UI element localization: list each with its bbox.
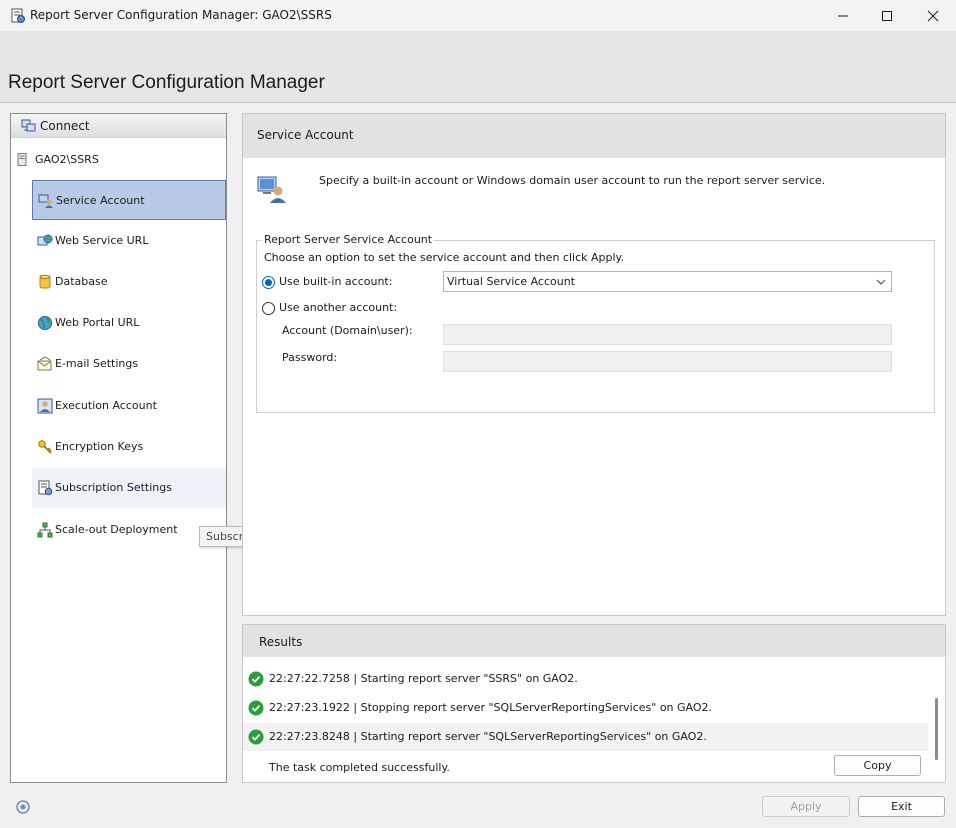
result-row: 22:27:23.8248 | Starting report server "… (243, 723, 928, 751)
nav-item-label: Encryption Keys (55, 440, 144, 453)
scrollbar-thumb[interactable] (935, 698, 938, 760)
exit-button[interactable]: Exit (858, 796, 945, 817)
service-account-group: Report Server Service Account Choose an … (256, 233, 935, 413)
panel-description: Specify a built-in account or Windows do… (319, 174, 826, 187)
service-account-icon (38, 194, 53, 208)
results-summary: The task completed successfully. (269, 761, 450, 774)
service-account-icon (257, 176, 286, 203)
keys-icon (38, 440, 52, 454)
results-panel: Results 22:27:22.7258 | Starting report … (242, 624, 946, 783)
minimize-icon (838, 15, 848, 17)
group-label: Report Server Service Account (262, 233, 435, 246)
window-title: Report Server Configuration Manager: GAO… (30, 8, 332, 22)
panel-header: Service Account (243, 114, 945, 158)
results-scrollbar[interactable] (929, 658, 944, 768)
nav-item-subscription-settings[interactable]: Subscription Settings (32, 468, 226, 508)
connect-icon (21, 119, 36, 132)
subscription-icon (38, 480, 53, 496)
apply-button[interactable]: Apply (762, 796, 850, 817)
maximize-icon (882, 11, 892, 21)
chevron-down-icon (876, 279, 886, 285)
globe-icon (38, 316, 52, 330)
connect-label: Connect (40, 119, 90, 133)
nav-item-label: Subscription Settings (55, 481, 172, 494)
database-icon (39, 274, 51, 289)
another-account-radio[interactable] (262, 302, 275, 315)
nav-item-encryption-keys[interactable]: Encryption Keys (32, 427, 226, 467)
password-field-label: Password: (282, 351, 338, 364)
nav-item-label: Web Portal URL (55, 316, 140, 329)
nav-item-label: Database (55, 275, 108, 288)
email-icon (37, 356, 52, 371)
nav-item-scale-out-deployment[interactable]: Scale-out Deployment (32, 510, 226, 550)
execution-account-icon (37, 398, 53, 414)
builtin-account-label: Use built-in account: (279, 275, 393, 288)
app-header: Report Server Configuration Manager (0, 32, 956, 102)
nav-item-label: E-mail Settings (55, 357, 139, 370)
builtin-account-radio[interactable] (262, 276, 275, 289)
builtin-account-value: Virtual Service Account (447, 275, 576, 288)
another-account-label: Use another account: (279, 301, 398, 314)
close-button[interactable] (910, 0, 956, 32)
app-title: Report Server Configuration Manager (8, 72, 325, 93)
help-icon[interactable] (16, 800, 30, 814)
nav-item-database[interactable]: Database (32, 262, 226, 302)
minimize-button[interactable] (820, 0, 866, 32)
results-title: Results (259, 635, 303, 649)
nav-item-execution-account[interactable]: Execution Account (32, 386, 226, 426)
nav-item-label: Execution Account (55, 399, 157, 412)
account-field[interactable] (443, 324, 892, 345)
title-bar: Report Server Configuration Manager: GAO… (0, 0, 956, 32)
server-label: GAO2\SSRS (35, 153, 99, 166)
nav-item-web-service-url[interactable]: Web Service URL (32, 221, 226, 261)
nav-item-label: Scale-out Deployment (55, 523, 178, 536)
success-check-icon (248, 671, 264, 687)
nav-item-service-account[interactable]: Service Account (32, 180, 226, 220)
result-text: 22:27:22.7258 | Starting report server "… (269, 672, 578, 685)
result-text: 22:27:23.1922 | Stopping report server "… (269, 701, 713, 714)
server-icon (17, 153, 27, 166)
app-icon (11, 8, 25, 23)
instruction-text: Choose an option to set the service acco… (264, 251, 624, 264)
success-check-icon (248, 729, 264, 745)
header-divider (0, 102, 956, 103)
nav-item-label: Service Account (56, 194, 145, 207)
nav-item-email-settings[interactable]: E-mail Settings (32, 344, 226, 384)
navigation-pane: Connect GAO2\SSRS Service Account Web Se… (10, 113, 227, 783)
account-field-label: Account (Domain\user): (282, 324, 413, 337)
copy-button[interactable]: Copy (834, 755, 921, 776)
scale-out-icon (37, 522, 53, 538)
result-row: 22:27:23.1922 | Stopping report server "… (243, 694, 928, 722)
connect-button[interactable]: Connect (11, 114, 226, 138)
web-service-icon (37, 234, 53, 246)
maximize-button[interactable] (864, 0, 910, 32)
result-text: 22:27:23.8248 | Starting report server "… (269, 730, 707, 743)
service-account-panel: Service Account Specify a built-in accou… (242, 113, 946, 616)
result-row: 22:27:22.7258 | Starting report server "… (243, 665, 928, 693)
panel-title: Service Account (257, 128, 354, 142)
password-field[interactable] (443, 351, 892, 372)
nav-item-web-portal-url[interactable]: Web Portal URL (32, 303, 226, 343)
success-check-icon (248, 700, 264, 716)
results-header: Results (243, 625, 945, 657)
close-icon (927, 10, 939, 22)
nav-item-label: Web Service URL (55, 234, 149, 247)
builtin-account-select[interactable]: Virtual Service Account (443, 271, 892, 292)
